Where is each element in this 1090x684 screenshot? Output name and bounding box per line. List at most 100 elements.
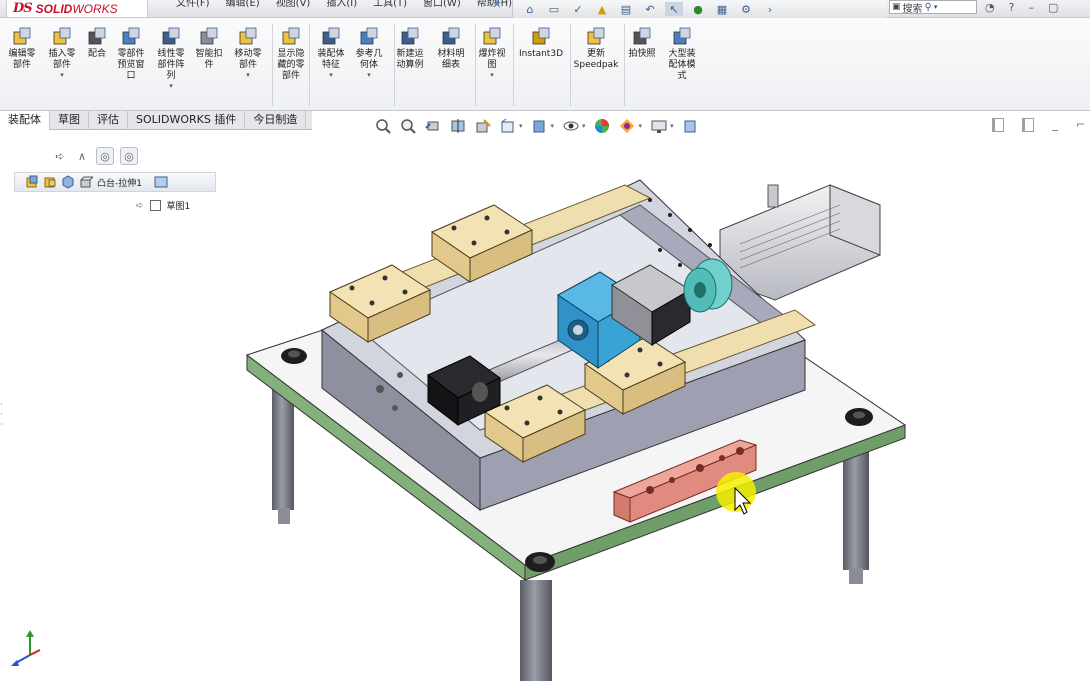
chevron-down-icon[interactable]: ▾ [329,71,333,79]
menu-view[interactable]: 视图(V) [268,0,319,10]
show-hidden-button[interactable]: 显示隐 藏的零 部件 [271,26,311,82]
chevron-down-icon[interactable]: ▾ [934,3,938,11]
face-icon[interactable] [154,175,168,189]
chevron-down-icon[interactable]: ▾ [246,71,250,79]
file-properties-icon[interactable]: ▦ [713,2,731,16]
component-preview-button[interactable]: 零部件 预览窗 口 [111,26,151,82]
ribbon-separator [513,24,514,106]
minimize-viewport-icon[interactable]: _ [1052,118,1058,132]
new-motion-study-label: 新建运 动算例 [396,49,424,70]
search-box[interactable]: ▣ 搜索 ⚲ ▾ [889,0,977,15]
sketch-checkbox[interactable] [149,200,161,211]
split-view-left-icon[interactable] [992,118,1004,132]
new-document-icon[interactable]: ▭ [545,2,563,16]
target-icon[interactable]: ◎ [96,147,114,165]
sketch-line-icon[interactable]: ∧ [74,148,90,164]
zoom-to-area-icon[interactable] [397,116,418,137]
restore-viewport-icon[interactable]: ⌐ [1076,118,1085,132]
take-snapshot-button[interactable]: 拍快照 [622,26,662,60]
dynamic-annotation-icon[interactable] [472,116,493,137]
bill-of-materials-button[interactable]: 材料明 细表 [431,26,471,71]
restore-icon[interactable]: ▢ [1048,1,1058,14]
apply-scene-icon[interactable] [617,116,638,137]
edit-component-button[interactable]: 编辑零 部件 [2,26,42,71]
minimize-icon[interactable]: – [1028,1,1034,14]
menu-insert[interactable]: 插入(I) [318,0,365,10]
solidworks-logo[interactable]: DS SOLIDWORKS [6,0,148,18]
zoom-to-fit-icon[interactable] [372,116,393,137]
command-manager-tabs: 装配体 草图 评估 SOLIDWORKS 插件 今日制造 [0,111,312,130]
view-settings-icon[interactable] [648,116,669,137]
print-icon[interactable]: ▤ [617,2,635,16]
large-assembly-mode-button[interactable]: 大型装 配体模 式 [662,26,702,82]
title-bar: DS SOLIDWORKS 文件(F) 编辑(E) 视图(V) 插入(I) 工具… [0,0,1090,18]
linear-pattern-button[interactable]: 线性零 部件阵 列 ▾ [151,26,191,90]
user-icon[interactable]: ◔ [985,1,995,14]
update-speedpak-button[interactable]: 更新 Speedpak [573,26,619,71]
target-filter-icon[interactable]: ◎ [120,147,138,165]
menu-tools[interactable]: 工具(T) [365,0,415,10]
exploded-view-button[interactable]: 爆炸视 图 ▾ [472,26,512,79]
menu-window[interactable]: 窗口(W) [415,0,469,10]
previous-view-icon[interactable] [422,116,443,137]
chevron-down-icon[interactable]: ▾ [639,122,643,130]
chevron-down-icon[interactable]: ▾ [169,82,173,90]
ds-logo-mark: DS [13,1,33,16]
split-view-right-icon[interactable] [1022,118,1034,132]
extrude-feature-icon[interactable] [79,175,93,189]
breadcrumb-feature[interactable]: 凸台-拉伸1 [97,176,142,189]
tab-sketch[interactable]: 草图 [50,111,89,130]
reference-geometry-button[interactable]: 参考几 何体 ▾ [349,26,389,79]
warning-icon[interactable]: ▲ [593,2,611,16]
expand-arrow-icon[interactable]: ➪ [136,201,144,211]
select-icon[interactable]: ↖ [665,2,683,16]
search-icon[interactable]: ⚲ [925,2,932,13]
tab-evaluate[interactable]: 评估 [89,111,128,130]
chevron-down-icon[interactable]: ▾ [582,122,586,130]
edit-appearance-icon[interactable] [592,116,613,137]
linear-pattern-icon [160,26,182,48]
move-component-icon [237,26,259,48]
tab-solidworks-addins[interactable]: SOLIDWORKS 插件 [128,111,246,130]
menu-file[interactable]: 文件(F) [168,0,218,10]
undo-icon[interactable]: ↶ [641,2,659,16]
instant3d-button[interactable]: Instant3D [519,26,563,60]
help-icon[interactable]: ? [1009,1,1015,14]
section-view-icon[interactable] [447,116,468,137]
assembly-model[interactable] [0,131,1090,684]
more-icon[interactable]: › [761,2,779,16]
panel-splitter-handle[interactable]: · · · [0,400,8,430]
assembly-icon[interactable] [25,175,39,189]
chevron-down-icon[interactable]: ▾ [670,122,674,130]
display-style-icon[interactable] [529,116,550,137]
assembly-feature-button[interactable]: 装配体 特征 ▾ [311,26,351,79]
chevron-down-icon[interactable]: ▾ [60,71,64,79]
chevron-down-icon[interactable]: ▾ [551,122,555,130]
update-speedpak-label: 更新 Speedpak [573,49,619,70]
breadcrumb-sketch[interactable]: 草图1 [167,199,191,212]
chevron-down-icon[interactable]: ▾ [367,71,371,79]
tab-manufacturing[interactable]: 今日制造 [245,111,307,130]
view-cube-icon[interactable] [680,116,701,137]
move-component-button[interactable]: 移动零 部件 ▾ [228,26,268,79]
graphics-area[interactable] [0,131,1090,684]
hide-show-items-icon[interactable] [560,116,581,137]
home-icon[interactable]: ⌂ [521,2,539,16]
search-placeholder: 搜索 [902,3,923,15]
traffic-light-icon[interactable]: ● [689,2,707,16]
expand-arrow-icon[interactable]: ➪ [52,148,68,164]
new-motion-study-button[interactable]: 新建运 动算例 [390,26,430,71]
menu-edit[interactable]: 编辑(E) [218,0,268,10]
open-icon[interactable]: ✓ [569,2,587,16]
options-gear-icon[interactable]: ⚙ [737,2,755,16]
part-icon[interactable] [61,175,75,189]
chevron-down-icon[interactable]: ▾ [490,71,494,79]
pin-menu-icon[interactable]: ★ [492,0,502,10]
chevron-down-icon[interactable]: ▾ [519,122,523,130]
tab-assembly[interactable]: 装配体 [0,111,50,130]
view-orientation-icon[interactable] [497,116,518,137]
instant3d-icon [530,26,552,48]
insert-component-button[interactable]: 插入零 部件 ▾ [42,26,82,79]
smart-fasteners-button[interactable]: 智能扣 件 [189,26,229,71]
subassembly-icon[interactable] [43,175,57,189]
